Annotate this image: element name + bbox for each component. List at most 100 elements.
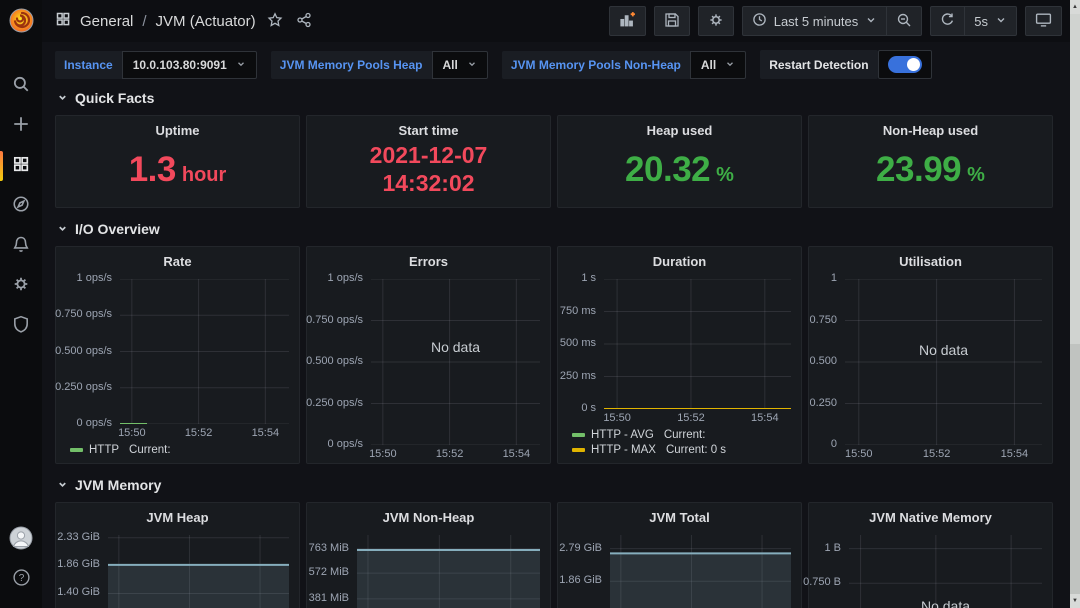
time-controls: Last 5 minutes: [742, 6, 923, 36]
section-jvm-memory[interactable]: JVM Memory: [57, 474, 1053, 496]
sidebar-item-configuration[interactable]: [0, 266, 42, 306]
dashboards-grid-icon: [55, 11, 71, 31]
plot-area[interactable]: [610, 535, 791, 608]
toggle-knob: [907, 58, 920, 71]
plot-area[interactable]: [357, 535, 540, 608]
panel-title[interactable]: Non-Heap used: [809, 116, 1052, 140]
x-tick-label: 15:52: [436, 448, 464, 460]
variable-restart-detection: Restart Detection: [760, 50, 931, 79]
scrollbar-down-arrow[interactable]: ▼: [1070, 594, 1080, 608]
plot-area[interactable]: No data: [845, 279, 1042, 445]
time-range-picker[interactable]: Last 5 minutes: [742, 6, 888, 36]
stat-value: 2021-12-0714:32:02: [307, 140, 550, 207]
add-panel-button[interactable]: [609, 6, 646, 36]
plot-area[interactable]: [604, 279, 791, 409]
panel-title[interactable]: Uptime: [56, 116, 299, 140]
sidebar-item-dashboards[interactable]: [0, 146, 42, 186]
star-dashboard-button[interactable]: [265, 10, 285, 33]
chart-canvas: [371, 279, 540, 445]
legend-current-value: Current:: [664, 429, 706, 441]
io-overview-row: Rate 1 ops/s0.750 ops/s0.500 ops/s0.250 …: [55, 246, 1053, 464]
section-title: Quick Facts: [75, 90, 154, 106]
sidebar-nav: [0, 40, 42, 520]
graph-body: 10.7500.5000.2500 No data: [809, 271, 1052, 445]
y-tick-label: 0 ops/s: [77, 417, 112, 429]
plot-area[interactable]: [120, 279, 289, 424]
legend-series-name: HTTP - MAX: [591, 444, 656, 456]
panel-title[interactable]: Rate: [56, 247, 299, 271]
scrollbar-up-arrow[interactable]: ▲: [1070, 0, 1080, 14]
share-dashboard-button[interactable]: [294, 10, 314, 33]
legend-item[interactable]: HTTP - AVGCurrent:: [572, 427, 801, 442]
breadcrumb-section[interactable]: General: [80, 13, 133, 30]
chevron-down-icon: [865, 14, 877, 29]
restart-detection-toggle[interactable]: [878, 50, 932, 79]
chevron-down-icon: [467, 58, 477, 72]
sidebar-item-server-admin[interactable]: [0, 306, 42, 346]
scrollbar-thumb[interactable]: [1070, 14, 1080, 344]
x-tick-label: 15:54: [751, 412, 779, 424]
sidebar-item-create[interactable]: [0, 106, 42, 146]
panel-title[interactable]: Heap used: [558, 116, 801, 140]
chart-canvas: [120, 279, 289, 424]
legend: HTTPCurrent:: [56, 442, 299, 463]
sidebar-item-help[interactable]: ?: [0, 560, 42, 600]
graph-body: 1 ops/s0.750 ops/s0.500 ops/s0.250 ops/s…: [56, 271, 299, 424]
panel-jvm-heap: JVM Heap 2.33 GiB1.86 GiB1.40 GiB954 MiB: [55, 502, 300, 608]
compass-icon: [12, 195, 30, 218]
graph-body: 763 MiB572 MiB381 MiB: [307, 527, 550, 608]
sidebar-item-profile[interactable]: [0, 520, 42, 560]
panel-title[interactable]: Errors: [307, 247, 550, 271]
heap-pools-dropdown[interactable]: All: [432, 51, 488, 79]
panel-title[interactable]: JVM Heap: [56, 503, 299, 527]
sidebar-item-alerting[interactable]: [0, 226, 42, 266]
panel-title[interactable]: JVM Native Memory: [809, 503, 1052, 527]
panel-title[interactable]: JVM Non-Heap: [307, 503, 550, 527]
panel-title[interactable]: JVM Total: [558, 503, 801, 527]
topbar: General / JVM (Actuator) L: [42, 0, 1080, 42]
x-tick-label: 15:54: [252, 427, 280, 439]
bell-icon: [12, 235, 30, 258]
x-tick-label: 15:54: [503, 448, 531, 460]
y-tick-label: 2.33 GiB: [57, 531, 100, 543]
heap-pools-label[interactable]: JVM Memory Pools Heap: [271, 51, 432, 79]
panel-title[interactable]: Utilisation: [809, 247, 1052, 271]
no-data-text: No data: [849, 598, 1042, 608]
plot-area[interactable]: No data: [371, 279, 540, 445]
section-io-overview[interactable]: I/O Overview: [57, 218, 1053, 240]
sidebar-item-search[interactable]: [0, 66, 42, 106]
refresh-interval-label: 5s: [974, 14, 988, 29]
scrollbar-track[interactable]: [1070, 344, 1080, 594]
y-tick-label: 1 s: [581, 272, 596, 284]
nonheap-pools-label[interactable]: JVM Memory Pools Non-Heap: [502, 51, 690, 79]
plot-area[interactable]: [108, 535, 289, 608]
save-dashboard-button[interactable]: [654, 6, 690, 36]
sidebar-item-explore[interactable]: [0, 186, 42, 226]
dashboard-title[interactable]: JVM (Actuator): [156, 13, 256, 30]
panel-title[interactable]: Start time: [307, 116, 550, 140]
section-quick-facts[interactable]: Quick Facts: [57, 87, 1053, 109]
panel-title[interactable]: Duration: [558, 247, 801, 271]
x-tick-label: 15:50: [118, 427, 146, 439]
page-scrollbar[interactable]: ▲ ▼: [1070, 0, 1080, 608]
grafana-logo[interactable]: [0, 0, 42, 40]
dashboard-settings-button[interactable]: [698, 6, 734, 36]
plot-area[interactable]: No data: [849, 535, 1042, 608]
plus-icon: [12, 115, 30, 138]
zoom-out-button[interactable]: [887, 6, 922, 36]
instance-dropdown[interactable]: 10.0.103.80:9091: [122, 51, 257, 79]
legend-item[interactable]: HTTP - MAXCurrent: 0 s: [572, 442, 801, 457]
y-tick-label: 1: [831, 272, 837, 284]
tv-mode-button[interactable]: [1025, 6, 1062, 36]
graph-body: 1 ops/s0.750 ops/s0.500 ops/s0.250 ops/s…: [307, 271, 550, 445]
y-axis: 1 B0.750 B: [809, 535, 849, 608]
nonheap-pools-dropdown[interactable]: All: [690, 51, 746, 79]
panel-errors: Errors 1 ops/s0.750 ops/s0.500 ops/s0.25…: [306, 246, 551, 464]
legend-item[interactable]: HTTPCurrent:: [70, 442, 299, 457]
toggle-switch-on: [888, 56, 922, 73]
refresh-button[interactable]: [930, 6, 965, 36]
clock-icon: [752, 12, 767, 30]
dashboard-grid: Quick Facts Uptime 1.3hour Start time 20…: [42, 87, 1080, 608]
non-heap-used-unit: %: [967, 164, 985, 187]
refresh-interval-dropdown[interactable]: 5s: [965, 6, 1017, 36]
